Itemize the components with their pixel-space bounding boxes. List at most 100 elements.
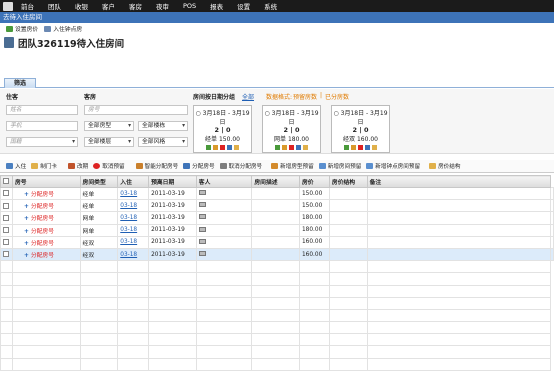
col-price[interactable]: 房价 xyxy=(298,175,330,188)
delete-icon[interactable] xyxy=(220,145,225,150)
assign-room-link[interactable]: + 分配房号 xyxy=(11,186,81,201)
col-depart[interactable]: 预离日期 xyxy=(148,175,197,188)
row-checkbox[interactable] xyxy=(0,199,13,213)
table-row[interactable] xyxy=(0,357,554,371)
col-guest[interactable]: 客人 xyxy=(195,175,253,188)
room-group-card[interactable]: ○ 3月18日 - 3月19日 2 | 0 经单 150.00 xyxy=(193,105,252,153)
row-checkbox[interactable] xyxy=(0,235,13,249)
nav-item[interactable]: 团队 xyxy=(48,1,61,11)
assign-icon[interactable] xyxy=(296,145,301,150)
edit-icon[interactable] xyxy=(282,145,287,150)
phone-input[interactable]: 手机 xyxy=(6,121,78,131)
edit-icon[interactable] xyxy=(351,145,356,150)
checkin-link[interactable]: 03-18 xyxy=(117,247,150,262)
table-row[interactable] xyxy=(0,321,554,335)
col-remark[interactable]: 备注 xyxy=(366,175,552,188)
floor-select[interactable]: 全部楼层 xyxy=(84,137,134,147)
table-row[interactable] xyxy=(0,284,554,298)
key-icon[interactable] xyxy=(303,145,308,150)
table-row[interactable]: + 分配房号 网单 03-18 2011-03-19 180.00 xyxy=(0,211,554,225)
add-room-reserve-button[interactable]: 新增房间预留 xyxy=(318,162,361,170)
change-date-button[interactable]: 改期 xyxy=(68,162,88,170)
style-select[interactable]: 全部风格 xyxy=(138,137,188,147)
table-row[interactable] xyxy=(0,272,554,286)
name-input[interactable]: 姓名 xyxy=(6,105,78,115)
guest-cell[interactable] xyxy=(195,223,253,237)
table-row[interactable]: + 分配房号 经双 03-18 2011-03-19 160.00 xyxy=(0,235,554,249)
table-row[interactable] xyxy=(0,345,554,359)
guest-cell[interactable] xyxy=(195,199,253,213)
nav-item[interactable]: 报表 xyxy=(210,1,223,11)
nav-item[interactable]: 系统 xyxy=(264,1,277,11)
table-row[interactable]: + 分配房号 经单 03-18 2011-03-19 150.00 xyxy=(0,186,554,201)
add-hourly-reserve-button[interactable]: 新增钟点房间预留 xyxy=(366,162,420,170)
col-room-type[interactable]: 房间类型 xyxy=(79,175,119,188)
col-room-no[interactable]: 房号 xyxy=(11,175,81,188)
edit-icon[interactable] xyxy=(213,145,218,150)
assign-icon[interactable] xyxy=(365,145,370,150)
table-row[interactable] xyxy=(0,260,554,274)
room-group-card[interactable]: ○ 3月18日 - 3月19日 2 | 0 经双 160.00 xyxy=(331,105,390,153)
table-row[interactable]: + 分配房号 经单 03-18 2011-03-19 150.00 xyxy=(0,199,554,213)
checkin-hourly-button[interactable]: 入住钟点房 xyxy=(44,24,82,33)
add-type-reserve-button[interactable]: 新增房型预留 xyxy=(271,162,314,170)
guest-cell[interactable] xyxy=(195,247,253,262)
select-all-checkbox[interactable] xyxy=(0,175,13,188)
make-card-button[interactable]: 制门卡 xyxy=(31,162,57,170)
col-checkin[interactable]: 入住 xyxy=(117,175,150,188)
key-icon[interactable] xyxy=(234,145,239,150)
data-format-other[interactable]: 已分房数 xyxy=(325,92,349,101)
table-row[interactable]: + 分配房号 网单 03-18 2011-03-19 180.00 xyxy=(0,223,554,237)
nav-item[interactable]: 客户 xyxy=(102,1,115,11)
col-price-structure[interactable]: 房价结构 xyxy=(328,175,368,188)
checkin-link[interactable]: 03-18 xyxy=(117,235,150,249)
checkin-link[interactable]: 03-18 xyxy=(117,199,150,213)
delete-icon[interactable] xyxy=(358,145,363,150)
add-icon[interactable] xyxy=(275,145,280,150)
table-row[interactable] xyxy=(0,333,554,347)
nav-item[interactable]: 客房 xyxy=(129,1,142,11)
nav-item[interactable]: POS xyxy=(183,2,196,10)
guest-cell[interactable] xyxy=(195,186,253,201)
nav-item[interactable]: 设置 xyxy=(237,1,250,11)
country-select[interactable]: 国籍 xyxy=(6,137,78,147)
room-stats-all-link[interactable]: 全部 xyxy=(242,92,254,101)
assign-room-link[interactable]: + 分配房号 xyxy=(11,223,81,237)
assign-room-link[interactable]: + 分配房号 xyxy=(11,199,81,213)
assign-room-link[interactable]: + 分配房号 xyxy=(11,211,81,225)
cancel-reserve-button[interactable]: 取消预留 xyxy=(93,162,125,170)
set-price-button[interactable]: 设置房价 xyxy=(6,24,38,33)
key-icon[interactable] xyxy=(372,145,377,150)
row-checkbox[interactable] xyxy=(0,223,13,237)
assign-room-link[interactable]: + 分配房号 xyxy=(11,235,81,249)
table-row[interactable]: + 分配房号 经双 03-18 2011-03-19 160.00 xyxy=(0,247,554,262)
delete-icon[interactable] xyxy=(289,145,294,150)
room-type-select[interactable]: 全部房型 xyxy=(84,121,134,131)
add-icon[interactable] xyxy=(344,145,349,150)
price-structure-button[interactable]: 房价结构 xyxy=(429,162,460,170)
row-checkbox[interactable] xyxy=(0,247,13,262)
col-room-desc[interactable]: 房间描述 xyxy=(251,175,300,188)
guest-cell[interactable] xyxy=(195,235,253,249)
guest-cell[interactable] xyxy=(195,211,253,225)
add-icon[interactable] xyxy=(206,145,211,150)
cancel-assign-button[interactable]: 取消分配房号 xyxy=(219,162,262,170)
checkin-link[interactable]: 03-18 xyxy=(117,186,150,201)
nav-item[interactable]: 前台 xyxy=(21,1,34,11)
assign-icon[interactable] xyxy=(227,145,232,150)
assign-room-button[interactable]: 分配房号 xyxy=(183,162,215,170)
building-select[interactable]: 全部楼栋 xyxy=(138,121,188,131)
table-row[interactable] xyxy=(0,296,554,310)
row-checkbox[interactable] xyxy=(0,211,13,225)
checkin-button[interactable]: 入住 xyxy=(6,162,26,170)
tab-filter[interactable]: 筛选 xyxy=(4,78,36,88)
room-group-card[interactable]: ○ 3月18日 - 3月19日 2 | 0 网单 180.00 xyxy=(262,105,321,153)
checkin-link[interactable]: 03-18 xyxy=(117,223,150,237)
assign-room-link[interactable]: + 分配房号 xyxy=(11,247,81,262)
checkin-link[interactable]: 03-18 xyxy=(117,211,150,225)
smart-assign-button[interactable]: 智能分配房号 xyxy=(135,162,178,170)
table-row[interactable] xyxy=(0,308,554,323)
nav-item[interactable]: 夜审 xyxy=(156,1,169,11)
nav-item[interactable]: 收银 xyxy=(75,1,88,11)
room-no-input[interactable]: 房号 xyxy=(84,105,188,115)
